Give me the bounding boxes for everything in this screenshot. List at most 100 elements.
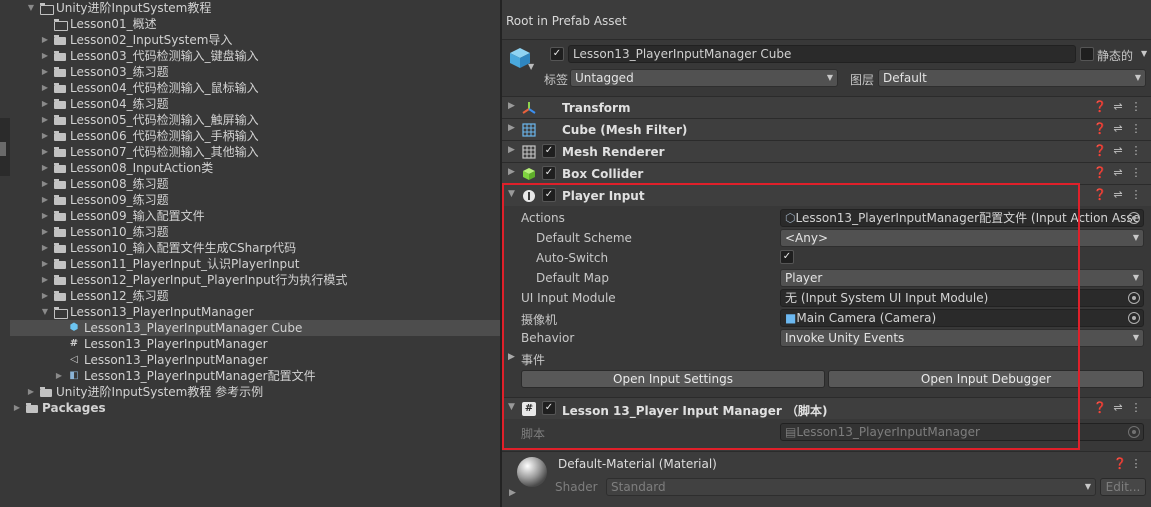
project-item[interactable]: ▶ Lesson10_练习题 (10, 224, 500, 240)
expand-arrow-icon[interactable]: ▶ (508, 145, 515, 155)
active-checkbox[interactable]: ✓ (550, 47, 564, 61)
preset-icon[interactable]: ⇌ (1111, 100, 1125, 113)
expand-arrow-icon[interactable]: ▶ (40, 208, 50, 224)
project-item[interactable]: ⬢ Lesson13_PlayerInputManager Cube (10, 320, 500, 336)
component-player-input[interactable]: ▼ ✓ Player Input ❓ ⇌ ⋮ (502, 184, 1151, 206)
project-item[interactable]: ▶ Lesson10_输入配置文件生成CSharp代码 (10, 240, 500, 256)
project-item[interactable]: ▶ Lesson12_PlayerInput_PlayerInput行为执行模式 (10, 272, 500, 288)
help-icon[interactable]: ❓ (1093, 100, 1107, 113)
expand-arrow-icon[interactable]: ▶ (40, 48, 50, 64)
project-item[interactable]: ▶ Lesson08_InputAction类 (10, 160, 500, 176)
help-icon[interactable]: ❓ (1113, 457, 1127, 470)
kebab-menu-icon[interactable]: ⋮ (1129, 188, 1143, 201)
material-expand-arrow-icon[interactable]: ▶ (509, 488, 516, 498)
component-mesh-renderer[interactable]: ▶ ✓ Mesh Renderer ❓ ⇌ ⋮ (502, 140, 1151, 162)
help-icon[interactable]: ❓ (1093, 188, 1107, 201)
collapse-arrow-icon[interactable]: ▼ (40, 304, 50, 320)
kebab-menu-icon[interactable]: ⋮ (1129, 122, 1143, 135)
component-transform[interactable]: ▶ Transform ❓ ⇌ ⋮ (502, 96, 1151, 118)
behavior-dropdown[interactable]: Invoke Unity Events ▼ (780, 329, 1144, 347)
expand-arrow-icon[interactable]: ▶ (40, 256, 50, 272)
ui-input-module-field[interactable]: 无 (Input System UI Input Module) (780, 289, 1144, 307)
collapse-arrow-icon[interactable]: ▼ (508, 189, 515, 199)
project-item[interactable]: ▶ Lesson11_PlayerInput_认识PlayerInput (10, 256, 500, 272)
project-item[interactable]: ▶ Lesson02_InputSystem导入 (10, 32, 500, 48)
preset-icon[interactable]: ⇌ (1111, 144, 1125, 157)
help-icon[interactable]: ❓ (1093, 166, 1107, 179)
kebab-menu-icon[interactable]: ⋮ (1129, 166, 1143, 179)
kebab-menu-icon[interactable]: ⋮ (1129, 100, 1143, 113)
auto-switch-checkbox[interactable]: ✓ (780, 250, 794, 264)
tag-dropdown[interactable]: Untagged ▼ (570, 69, 838, 87)
project-item[interactable]: ▶ Lesson09_练习题 (10, 192, 500, 208)
project-item[interactable]: ◁ Lesson13_PlayerInputManager (10, 352, 500, 368)
expand-arrow-icon[interactable]: ▶ (40, 192, 50, 208)
enabled-checkbox[interactable]: ✓ (542, 166, 556, 180)
component-box-collider[interactable]: ▶ ✓ Box Collider ❓ ⇌ ⋮ (502, 162, 1151, 184)
static-checkbox[interactable] (1080, 47, 1094, 61)
expand-arrow-icon[interactable]: ▶ (40, 272, 50, 288)
expand-arrow-icon[interactable]: ▶ (40, 128, 50, 144)
enabled-checkbox[interactable]: ✓ (542, 144, 556, 158)
object-picker-icon[interactable] (1128, 212, 1140, 224)
expand-arrow-icon[interactable]: ▶ (40, 160, 50, 176)
project-item[interactable]: # Lesson13_PlayerInputManager (10, 336, 500, 352)
expand-arrow-icon[interactable]: ▶ (508, 167, 515, 177)
component-script[interactable]: ▼ # ✓ Lesson 13_Player Input Manager （脚本… (502, 397, 1151, 419)
project-item[interactable]: ▶ Lesson07_代码检测输入_其他输入 (10, 144, 500, 160)
preset-icon[interactable]: ⇌ (1111, 188, 1125, 201)
project-item[interactable]: ▶ Lesson12_练习题 (10, 288, 500, 304)
object-picker-icon[interactable] (1128, 292, 1140, 304)
expand-arrow-icon[interactable]: ▶ (40, 224, 50, 240)
component-mesh-filter[interactable]: ▶ Cube (Mesh Filter) ❓ ⇌ ⋮ (502, 118, 1151, 140)
expand-arrow-icon[interactable]: ▶ (40, 288, 50, 304)
expand-arrow-icon[interactable]: ▶ (26, 384, 36, 400)
project-item[interactable]: Lesson01_概述 (10, 16, 500, 32)
project-item[interactable]: ▶ Packages (10, 400, 500, 416)
object-picker-icon[interactable] (1128, 312, 1140, 324)
project-item[interactable]: ▶ Lesson05_代码检测输入_触屏输入 (10, 112, 500, 128)
help-icon[interactable]: ❓ (1093, 122, 1107, 135)
project-item[interactable]: ▶ Lesson03_练习题 (10, 64, 500, 80)
kebab-menu-icon[interactable]: ⋮ (1129, 144, 1143, 157)
expand-arrow-icon[interactable]: ▶ (40, 144, 50, 160)
kebab-menu-icon[interactable]: ⋮ (1129, 457, 1143, 470)
project-item[interactable]: ▶ Lesson03_代码检测输入_键盘输入 (10, 48, 500, 64)
enabled-checkbox[interactable]: ✓ (542, 188, 556, 202)
enabled-checkbox[interactable]: ✓ (542, 401, 556, 415)
expand-arrow-icon[interactable]: ▶ (508, 123, 515, 133)
gutter-handle[interactable] (0, 142, 6, 156)
help-icon[interactable]: ❓ (1093, 401, 1107, 414)
open-input-debugger-button[interactable]: Open Input Debugger (828, 370, 1144, 388)
expand-arrow-icon[interactable]: ▶ (508, 101, 515, 111)
static-dropdown-icon[interactable]: ▼ (1141, 49, 1147, 58)
expand-arrow-icon[interactable]: ▶ (40, 176, 50, 192)
help-icon[interactable]: ❓ (1093, 144, 1107, 157)
kebab-menu-icon[interactable]: ⋮ (1129, 401, 1143, 414)
project-item[interactable]: ▶ Lesson06_代码检测输入_手柄输入 (10, 128, 500, 144)
project-item[interactable]: ▶ Lesson04_代码检测输入_鼠标输入 (10, 80, 500, 96)
events-expand-arrow-icon[interactable]: ▶ (508, 352, 515, 362)
open-input-settings-button[interactable]: Open Input Settings (521, 370, 825, 388)
project-item[interactable]: ▶ Lesson08_练习题 (10, 176, 500, 192)
project-item[interactable]: ▼ Lesson13_PlayerInputManager (10, 304, 500, 320)
expand-arrow-icon[interactable]: ▶ (40, 240, 50, 256)
project-item[interactable]: ▶ Lesson09_输入配置文件 (10, 208, 500, 224)
expand-arrow-icon[interactable]: ▶ (40, 112, 50, 128)
expand-arrow-icon[interactable]: ▶ (12, 400, 22, 416)
preset-icon[interactable]: ⇌ (1111, 122, 1125, 135)
expand-arrow-icon[interactable]: ▶ (40, 96, 50, 112)
default-scheme-dropdown[interactable]: <Any> ▼ (780, 229, 1144, 247)
icon-dropdown-caret-icon[interactable]: ▼ (528, 62, 534, 71)
project-item[interactable]: ▶ Unity进阶InputSystem教程 参考示例 (10, 384, 500, 400)
preset-icon[interactable]: ⇌ (1111, 401, 1125, 414)
layer-dropdown[interactable]: Default ▼ (878, 69, 1146, 87)
object-name-field[interactable]: Lesson13_PlayerInputManager Cube (568, 45, 1076, 63)
preset-icon[interactable]: ⇌ (1111, 166, 1125, 179)
project-item[interactable]: ▶ ◧ Lesson13_PlayerInputManager配置文件 (10, 368, 500, 384)
collapse-arrow-icon[interactable]: ▼ (26, 0, 36, 16)
project-item[interactable]: ▼ Unity进阶InputSystem教程 (10, 0, 500, 16)
expand-arrow-icon[interactable]: ▶ (40, 64, 50, 80)
collapse-arrow-icon[interactable]: ▼ (508, 402, 515, 412)
expand-arrow-icon[interactable]: ▶ (40, 80, 50, 96)
